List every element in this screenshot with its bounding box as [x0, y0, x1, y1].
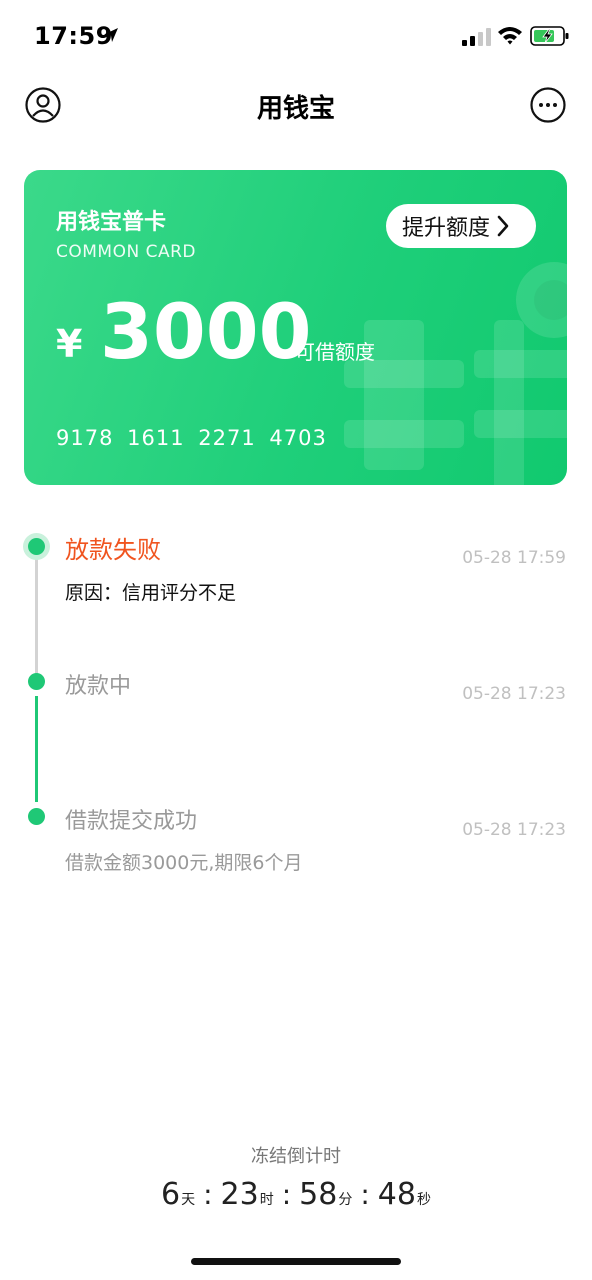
- loan-status-timeline: 放款失败 05-28 17:59 原因：信用评分不足 放款中 05-28 17:…: [0, 520, 592, 880]
- countdown-minutes: 58: [299, 1177, 338, 1212]
- step-title: 放款中: [65, 674, 132, 699]
- timeline-dot: [28, 808, 45, 825]
- credit-card: 用钱宝普卡 COMMON CARD 提升额度 ¥ 3000 可借额度 9178 …: [24, 170, 567, 485]
- timeline-dot: [28, 538, 45, 555]
- countdown-separator: :: [281, 1178, 292, 1211]
- step-detail: 借款金额3000元,期限6个月: [65, 852, 303, 874]
- countdown-minutes-unit: 分: [338, 1192, 353, 1208]
- countdown-separator: :: [203, 1178, 213, 1211]
- countdown-seconds: 48: [377, 1177, 416, 1212]
- credit-amount-label: 可借额度: [295, 340, 375, 364]
- freeze-countdown: 6天:23时:58分:48秒: [0, 1177, 592, 1212]
- timeline-connector: [35, 558, 38, 684]
- card-name: 用钱宝普卡: [56, 210, 167, 235]
- nav-bar: 用钱宝: [0, 80, 592, 130]
- page-title: 用钱宝: [256, 94, 335, 124]
- card-watermark-icon: [344, 262, 567, 485]
- countdown-days-unit: 天: [181, 1192, 196, 1208]
- raise-limit-button[interactable]: 提升额度: [386, 204, 536, 248]
- countdown-hours-unit: 时: [259, 1192, 274, 1208]
- card-number: 9178 1611 2271 4703: [56, 426, 327, 450]
- countdown-days: 6: [161, 1177, 181, 1212]
- countdown-separator: :: [360, 1178, 370, 1211]
- home-indicator[interactable]: [191, 1258, 401, 1265]
- location-arrow-icon: [104, 28, 118, 42]
- raise-limit-label: 提升额度: [402, 216, 491, 241]
- chevron-right-icon: [497, 215, 509, 237]
- credit-amount: 3000: [100, 287, 312, 376]
- step-time: 05-28 17:23: [462, 820, 566, 840]
- cellular-signal-icon: [462, 28, 491, 46]
- step-title: 借款提交成功: [65, 809, 198, 834]
- more-options-icon[interactable]: [530, 87, 566, 123]
- wifi-icon: [498, 27, 522, 45]
- timeline-connector: [35, 696, 38, 802]
- countdown-hours: 23: [220, 1177, 259, 1212]
- battery-charging-icon: [530, 26, 569, 46]
- step-title-failed: 放款失败: [65, 536, 161, 564]
- step-time: 05-28 17:59: [462, 548, 566, 568]
- card-subname: COMMON CARD: [56, 242, 196, 262]
- step-reason: 原因：信用评分不足: [65, 582, 237, 604]
- currency-symbol: ¥: [56, 322, 83, 366]
- step-time: 05-28 17:23: [462, 684, 566, 704]
- countdown-seconds-unit: 秒: [416, 1192, 431, 1208]
- timeline-dot: [28, 673, 45, 690]
- status-bar: 17:59: [0, 0, 592, 70]
- countdown-label: 冻结倒计时: [251, 1146, 341, 1167]
